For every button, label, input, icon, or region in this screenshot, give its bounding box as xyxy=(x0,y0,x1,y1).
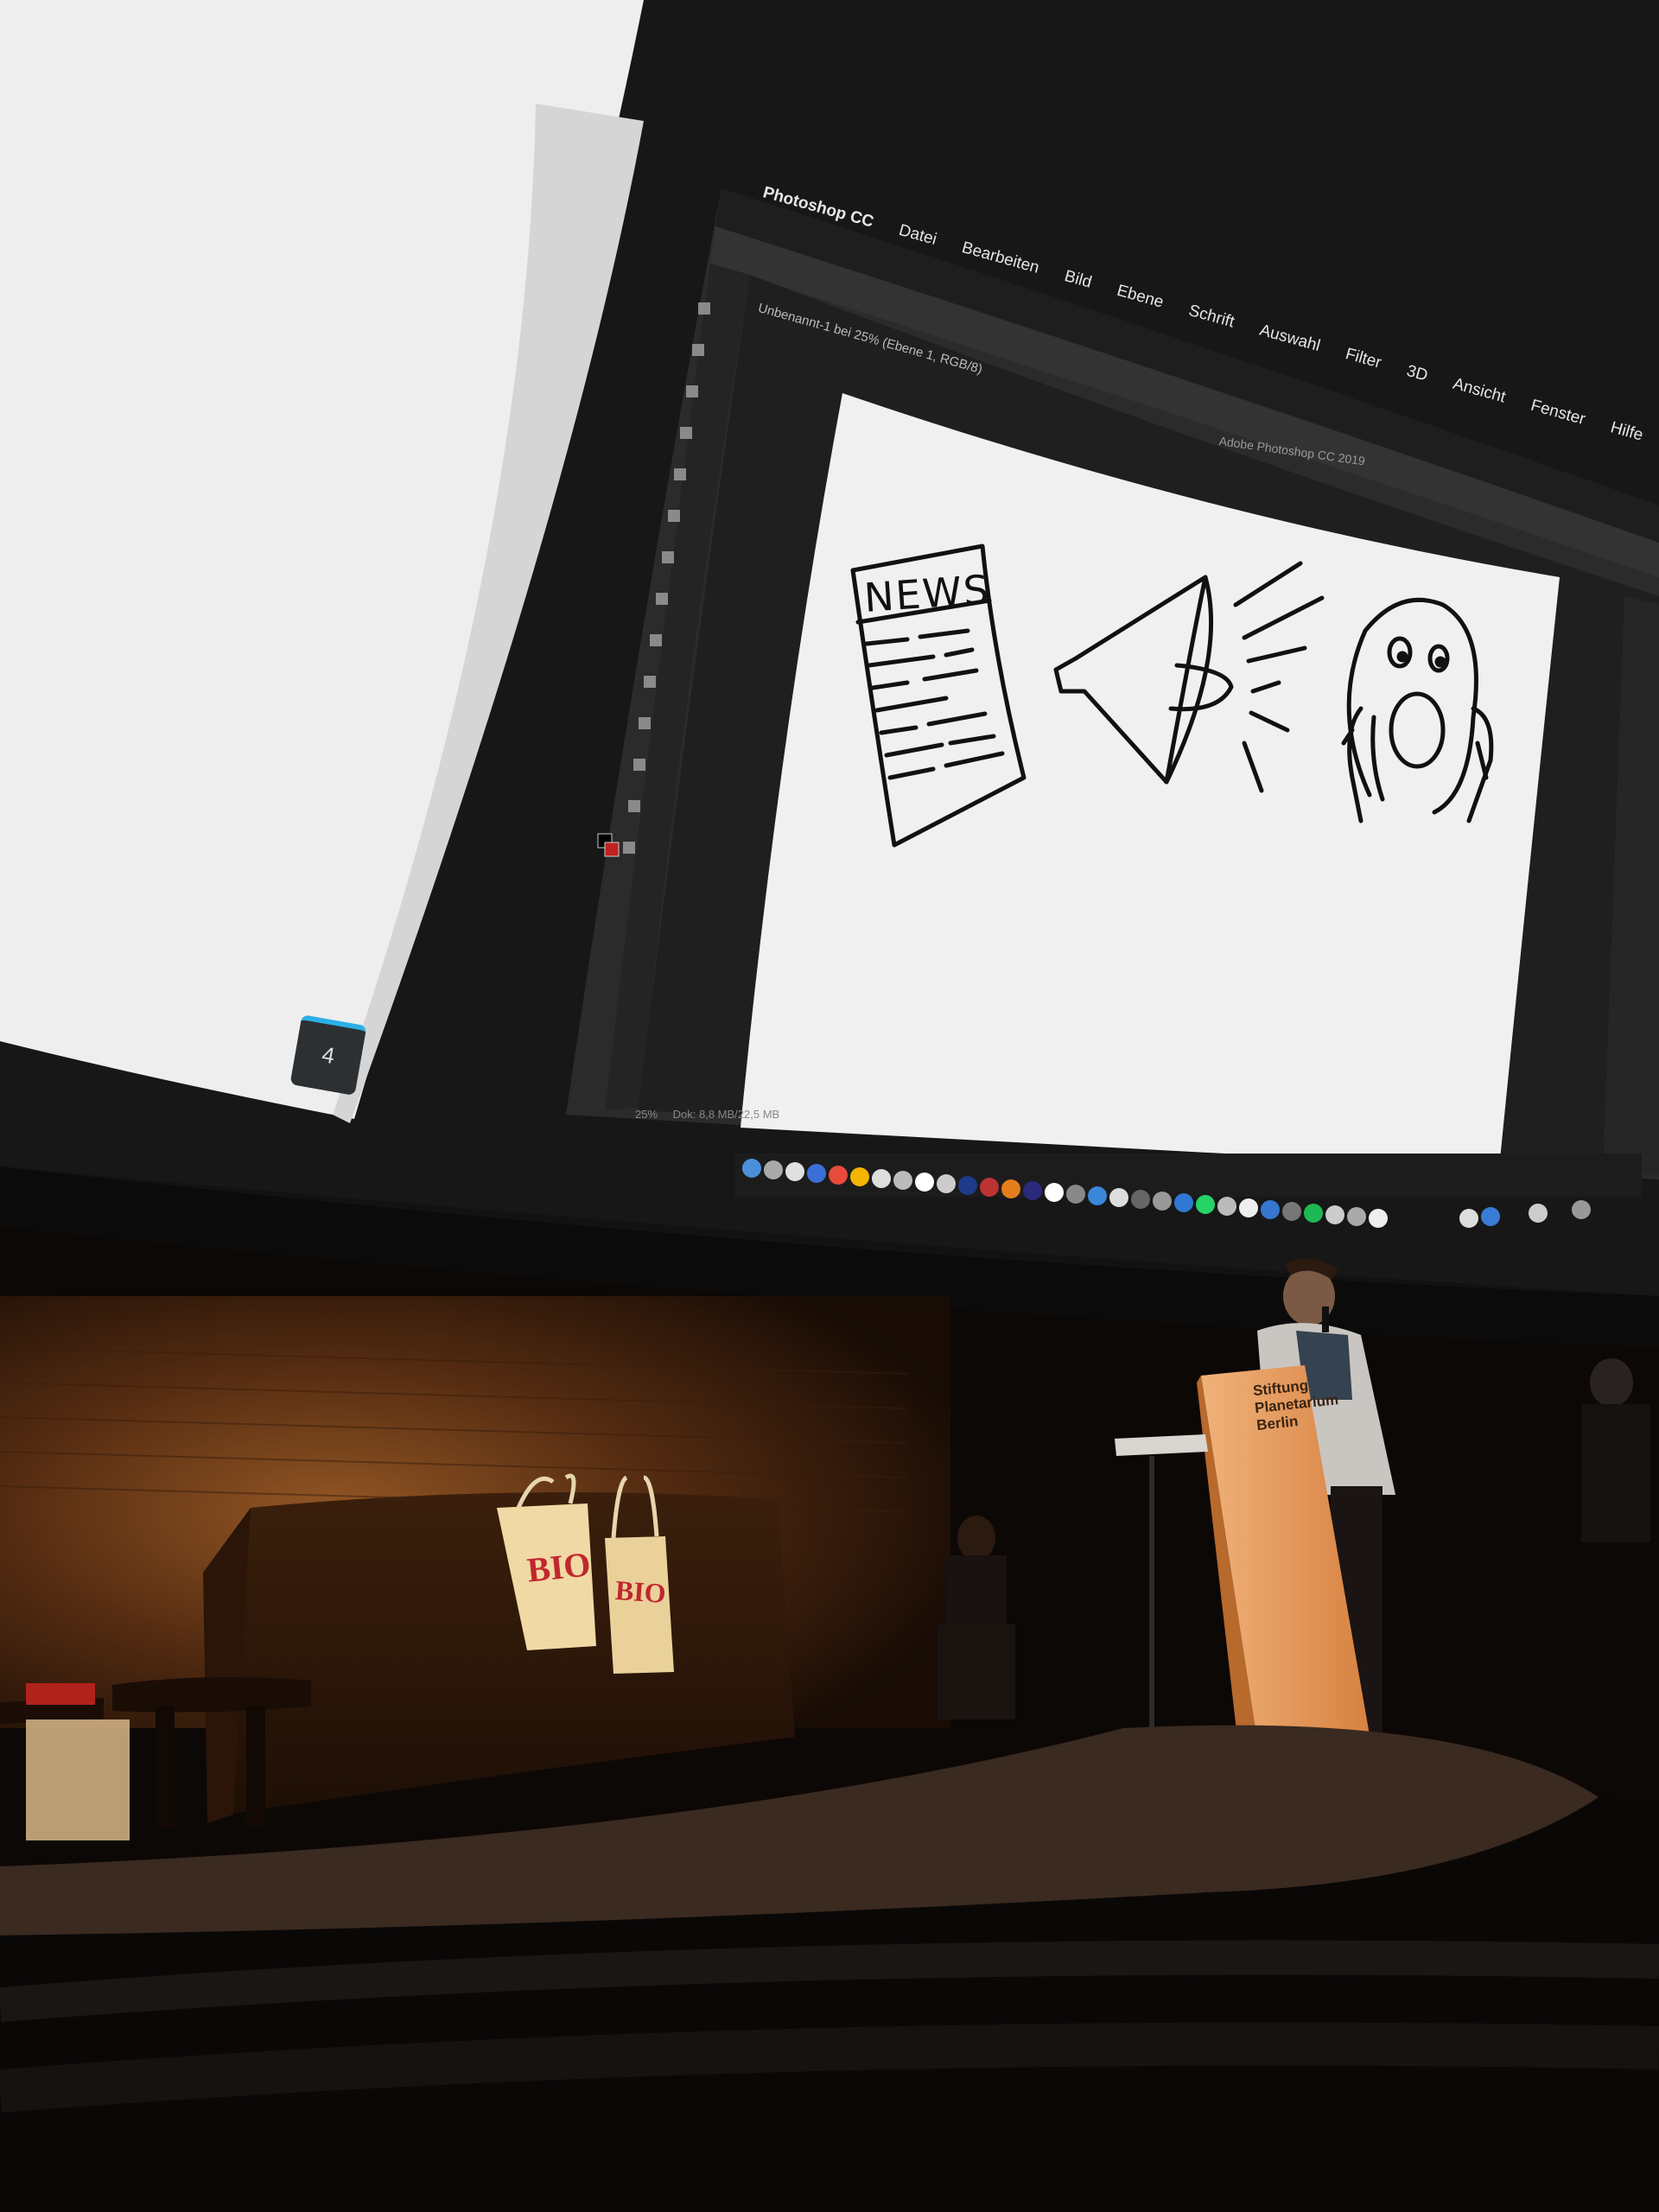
slide-number-badge: 4 xyxy=(289,1014,367,1096)
doc-size: Dok: 8,8 MB/22,5 MB xyxy=(672,1108,780,1121)
lectern-logo: Stiftung Planetarium Berlin xyxy=(1252,1374,1344,1434)
bag-logo: BIO xyxy=(524,1544,593,1590)
dock-bar xyxy=(734,1154,1642,1197)
news-drawing-text: NEWS xyxy=(862,565,992,622)
status-bar: 25% Dok: 8,8 MB/22,5 MB xyxy=(635,1108,791,1121)
bag-logo: BIO xyxy=(613,1573,667,1610)
photo-scene: Photoshop CC Datei Bearbeiten Bild Ebene… xyxy=(0,0,1659,2212)
stool xyxy=(112,1677,311,1713)
zoom-level[interactable]: 25% xyxy=(635,1108,658,1121)
